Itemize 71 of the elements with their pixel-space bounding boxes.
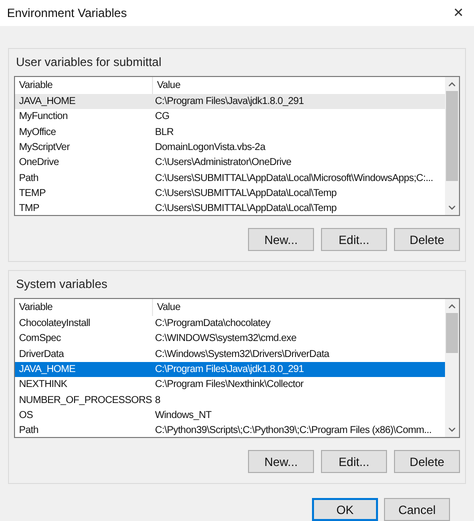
variable-name: TEMP <box>18 186 47 201</box>
variable-row[interactable]: OneDrive C:\Users\Administrator\OneDrive <box>15 155 445 170</box>
scroll-down-icon[interactable] <box>448 205 456 211</box>
variable-value: C:\ProgramData\chocolatey <box>154 317 270 332</box>
variable-value: C:\Users\SUBMITTAL\AppData\Local\Temp <box>154 202 337 215</box>
action-button[interactable]: Delete <box>394 450 460 473</box>
variable-name: NEXTHINK <box>18 378 68 392</box>
variable-row[interactable]: Path C:\Python39\Scripts\;C:\Python39\;C:\Program Files (x86)\Comm... <box>15 423 445 437</box>
variable-value: C:\Users\SUBMITTAL\AppData\Local\Microsoft\WindowsApps;C:... <box>154 172 434 186</box>
action-button[interactable]: Edit... <box>321 450 387 473</box>
action-button[interactable]: New... <box>248 228 314 251</box>
variable-row[interactable]: TEMP C:\Users\SUBMITTAL\AppData\Local\Temp <box>15 186 445 202</box>
scroll-thumb[interactable] <box>446 91 458 181</box>
variable-row[interactable]: ComSpec C:\WINDOWS\system32\cmd.exe <box>15 331 445 347</box>
variable-row[interactable]: MyOffice BLR <box>15 124 445 140</box>
variable-row[interactable]: DriverData C:\Windows\System32\Drivers\DriverData <box>15 346 445 362</box>
variable-value: C:\Users\Administrator\OneDrive <box>154 156 292 170</box>
scroll-thumb[interactable] <box>446 313 458 353</box>
dialog-button[interactable]: OK <box>312 498 378 521</box>
variable-row[interactable]: ChocolateyInstall C:\ProgramData\chocolatey <box>15 316 445 332</box>
dialog-button[interactable]: Cancel <box>384 498 450 521</box>
variable-value: C:\Program Files\Nexthink\Collector <box>154 378 304 392</box>
action-button[interactable]: Delete <box>394 228 460 251</box>
action-button[interactable]: New... <box>248 450 314 473</box>
variable-value: C:\WINDOWS\system32\cmd.exe <box>154 332 296 346</box>
window-title: Environment Variables <box>7 5 127 22</box>
variable-name: Path <box>18 172 40 186</box>
scroll-up-icon[interactable] <box>448 81 456 87</box>
variable-name: DriverData <box>18 348 65 362</box>
variable-row[interactable]: NEXTHINK C:\Program Files\Nexthink\Collector <box>15 377 445 392</box>
variable-name: JAVA_HOME <box>18 363 76 378</box>
variable-value: 8 <box>154 394 160 408</box>
column-header[interactable]: Variable <box>15 299 153 316</box>
variable-name: JAVA_HOME <box>18 95 76 110</box>
group-title: System variables <box>16 276 108 293</box>
variable-value: C:\Users\SUBMITTAL\AppData\Local\Temp <box>154 186 337 201</box>
variable-value: C:\Windows\System32\Drivers\DriverData <box>154 348 330 362</box>
variable-value: Windows_NT <box>154 408 212 423</box>
action-button[interactable]: Edit... <box>321 228 387 251</box>
variable-value: C:\Program Files\Java\jdk1.8.0_291 <box>154 95 304 110</box>
variable-row[interactable]: NUMBER_OF_PROCESSORS 8 <box>15 392 445 408</box>
variable-value: C:\Program Files\Java\jdk1.8.0_291 <box>154 363 304 378</box>
variable-name: MyFunction <box>18 110 69 124</box>
variable-row[interactable]: JAVA_HOME C:\Program Files\Java\jdk1.8.0_291 <box>15 362 445 378</box>
variable-name: MyScriptVer <box>18 141 71 156</box>
scrollbar[interactable] <box>445 77 459 215</box>
scroll-down-icon[interactable] <box>448 427 456 433</box>
variable-row[interactable]: Path C:\Users\SUBMITTAL\AppData\Local\Microsoft\WindowsApps;C:... <box>15 170 445 186</box>
variable-row[interactable]: TMP C:\Users\SUBMITTAL\AppData\Local\Temp <box>15 201 445 215</box>
group-title: User variables for submittal <box>16 54 162 71</box>
variable-name: MyOffice <box>18 126 57 140</box>
variable-value: DomainLogonVista.vbs-2a <box>154 141 266 156</box>
variable-value: C:\Python39\Scripts\;C:\Python39\;C:\Program Files (x86)\Comm... <box>154 424 432 437</box>
variable-name: OneDrive <box>18 156 60 170</box>
variable-name: ComSpec <box>18 332 62 346</box>
variable-value: BLR <box>154 126 174 140</box>
variable-name: ChocolateyInstall <box>18 317 92 332</box>
column-header[interactable]: Value <box>153 299 445 316</box>
variable-name: TMP <box>18 202 40 215</box>
variable-row[interactable]: OS Windows_NT <box>15 408 445 424</box>
variable-value: CG <box>154 110 170 124</box>
close-button[interactable]: ✕ <box>453 3 464 23</box>
variable-row[interactable]: JAVA_HOME C:\Program Files\Java\jdk1.8.0_291 <box>15 94 445 110</box>
column-header[interactable]: Value <box>153 77 445 94</box>
variable-row[interactable]: MyScriptVer DomainLogonVista.vbs-2a <box>15 140 445 156</box>
variable-name: NUMBER_OF_PROCESSORS <box>18 394 153 408</box>
variable-row[interactable]: MyFunction CG <box>15 109 445 125</box>
variable-name: OS <box>18 408 34 423</box>
scrollbar[interactable] <box>445 299 459 437</box>
variable-name: Path <box>18 424 40 437</box>
scroll-up-icon[interactable] <box>448 303 456 309</box>
